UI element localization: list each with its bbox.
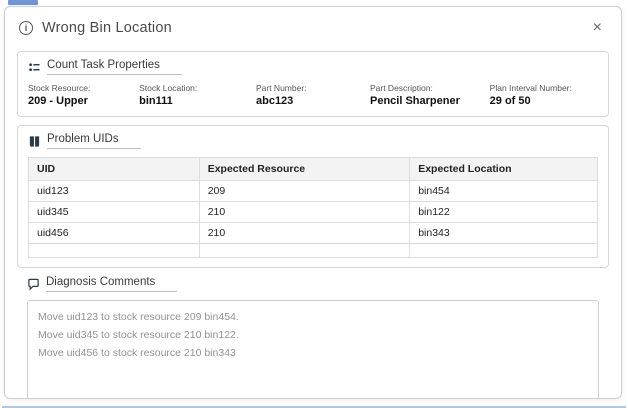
col-header-uid: UID (28, 157, 200, 181)
field-stock-resource: Stock Resource: 209 - Upper (28, 83, 139, 107)
field-label: Part Description: (369, 83, 433, 93)
field-part-description: Part Description: Pencil Sharpener (370, 83, 490, 107)
dialog-title: Wrong Bin Location (42, 20, 172, 36)
count-task-properties-header: Count Task Properties (28, 59, 598, 75)
field-label: Plan Interval Number: (489, 83, 572, 93)
field-value: abc123 (255, 95, 294, 107)
diagnosis-comments-header: Diagnosis Comments (27, 276, 599, 292)
field-value: Pencil Sharpener (369, 95, 460, 107)
problem-uids-header: Problem UIDs (28, 133, 598, 149)
field-value: bin111 (139, 95, 173, 107)
cell-expected-location (409, 243, 598, 258)
cell-uid (28, 243, 200, 258)
field-part-number: Part Number: abc123 (256, 83, 370, 107)
cell-expected-location: bin122 (409, 201, 598, 223)
field-label: Stock Resource: (28, 83, 91, 93)
cell-expected-location: bin343 (409, 222, 598, 244)
table-row: uid345 210 bin122 (28, 201, 598, 223)
count-task-properties-card: Count Task Properties Stock Resource: 20… (17, 51, 609, 117)
diagnosis-comments-section: Diagnosis Comments Move uid123 to stock … (27, 276, 599, 398)
cell-expected-resource: 209 (198, 180, 411, 202)
field-label: Stock Location: (139, 83, 198, 93)
properties-fields: Stock Resource: 209 - Upper Stock Locati… (28, 83, 598, 107)
section-title-diagnosis: Diagnosis Comments (46, 276, 178, 292)
field-plan-interval-number: Plan Interval Number: 29 of 50 (490, 83, 598, 107)
col-header-expected-resource: Expected Resource (198, 157, 411, 181)
info-icon: i (19, 21, 33, 35)
dialog-header: i Wrong Bin Location × (5, 7, 621, 43)
diagnosis-comments-textarea[interactable]: Move uid123 to stock resource 209 bin454… (27, 300, 599, 398)
cell-expected-resource: 210 (198, 222, 411, 244)
list-settings-icon (29, 62, 40, 71)
col-header-expected-location: Expected Location (409, 157, 598, 181)
table-header-row: UID Expected Resource Expected Location (28, 157, 598, 181)
problem-uids-table: UID Expected Resource Expected Location … (28, 157, 598, 258)
table-row: uid123 209 bin454 (28, 180, 598, 202)
field-value: 209 - Upper (28, 95, 88, 107)
section-title-properties: Count Task Properties (47, 59, 182, 75)
field-label: Part Number: (255, 83, 307, 93)
book-icon (29, 135, 40, 147)
cell-uid: uid456 (28, 222, 200, 244)
comment-icon (28, 278, 39, 291)
section-title-problem-uids: Problem UIDs (47, 133, 141, 149)
field-stock-location: Stock Location: bin111 (139, 83, 256, 107)
cell-uid: uid123 (28, 180, 200, 202)
cell-expected-resource: 210 (198, 201, 411, 223)
cell-expected-resource (198, 243, 411, 258)
field-value: 29 of 50 (489, 95, 531, 107)
wrong-bin-location-dialog: i Wrong Bin Location × Count Task Proper… (4, 6, 622, 399)
table-row: uid456 210 bin343 (28, 222, 598, 244)
table-row-empty (28, 243, 598, 258)
dialog-content: Count Task Properties Stock Resource: 20… (5, 43, 621, 398)
clipped-background-link (8, 0, 38, 5)
cell-expected-location: bin454 (409, 180, 598, 202)
cell-uid: uid345 (28, 201, 200, 223)
close-icon[interactable]: × (589, 18, 606, 38)
problem-uids-card: Problem UIDs UID Expected Resource Expec… (17, 125, 609, 268)
